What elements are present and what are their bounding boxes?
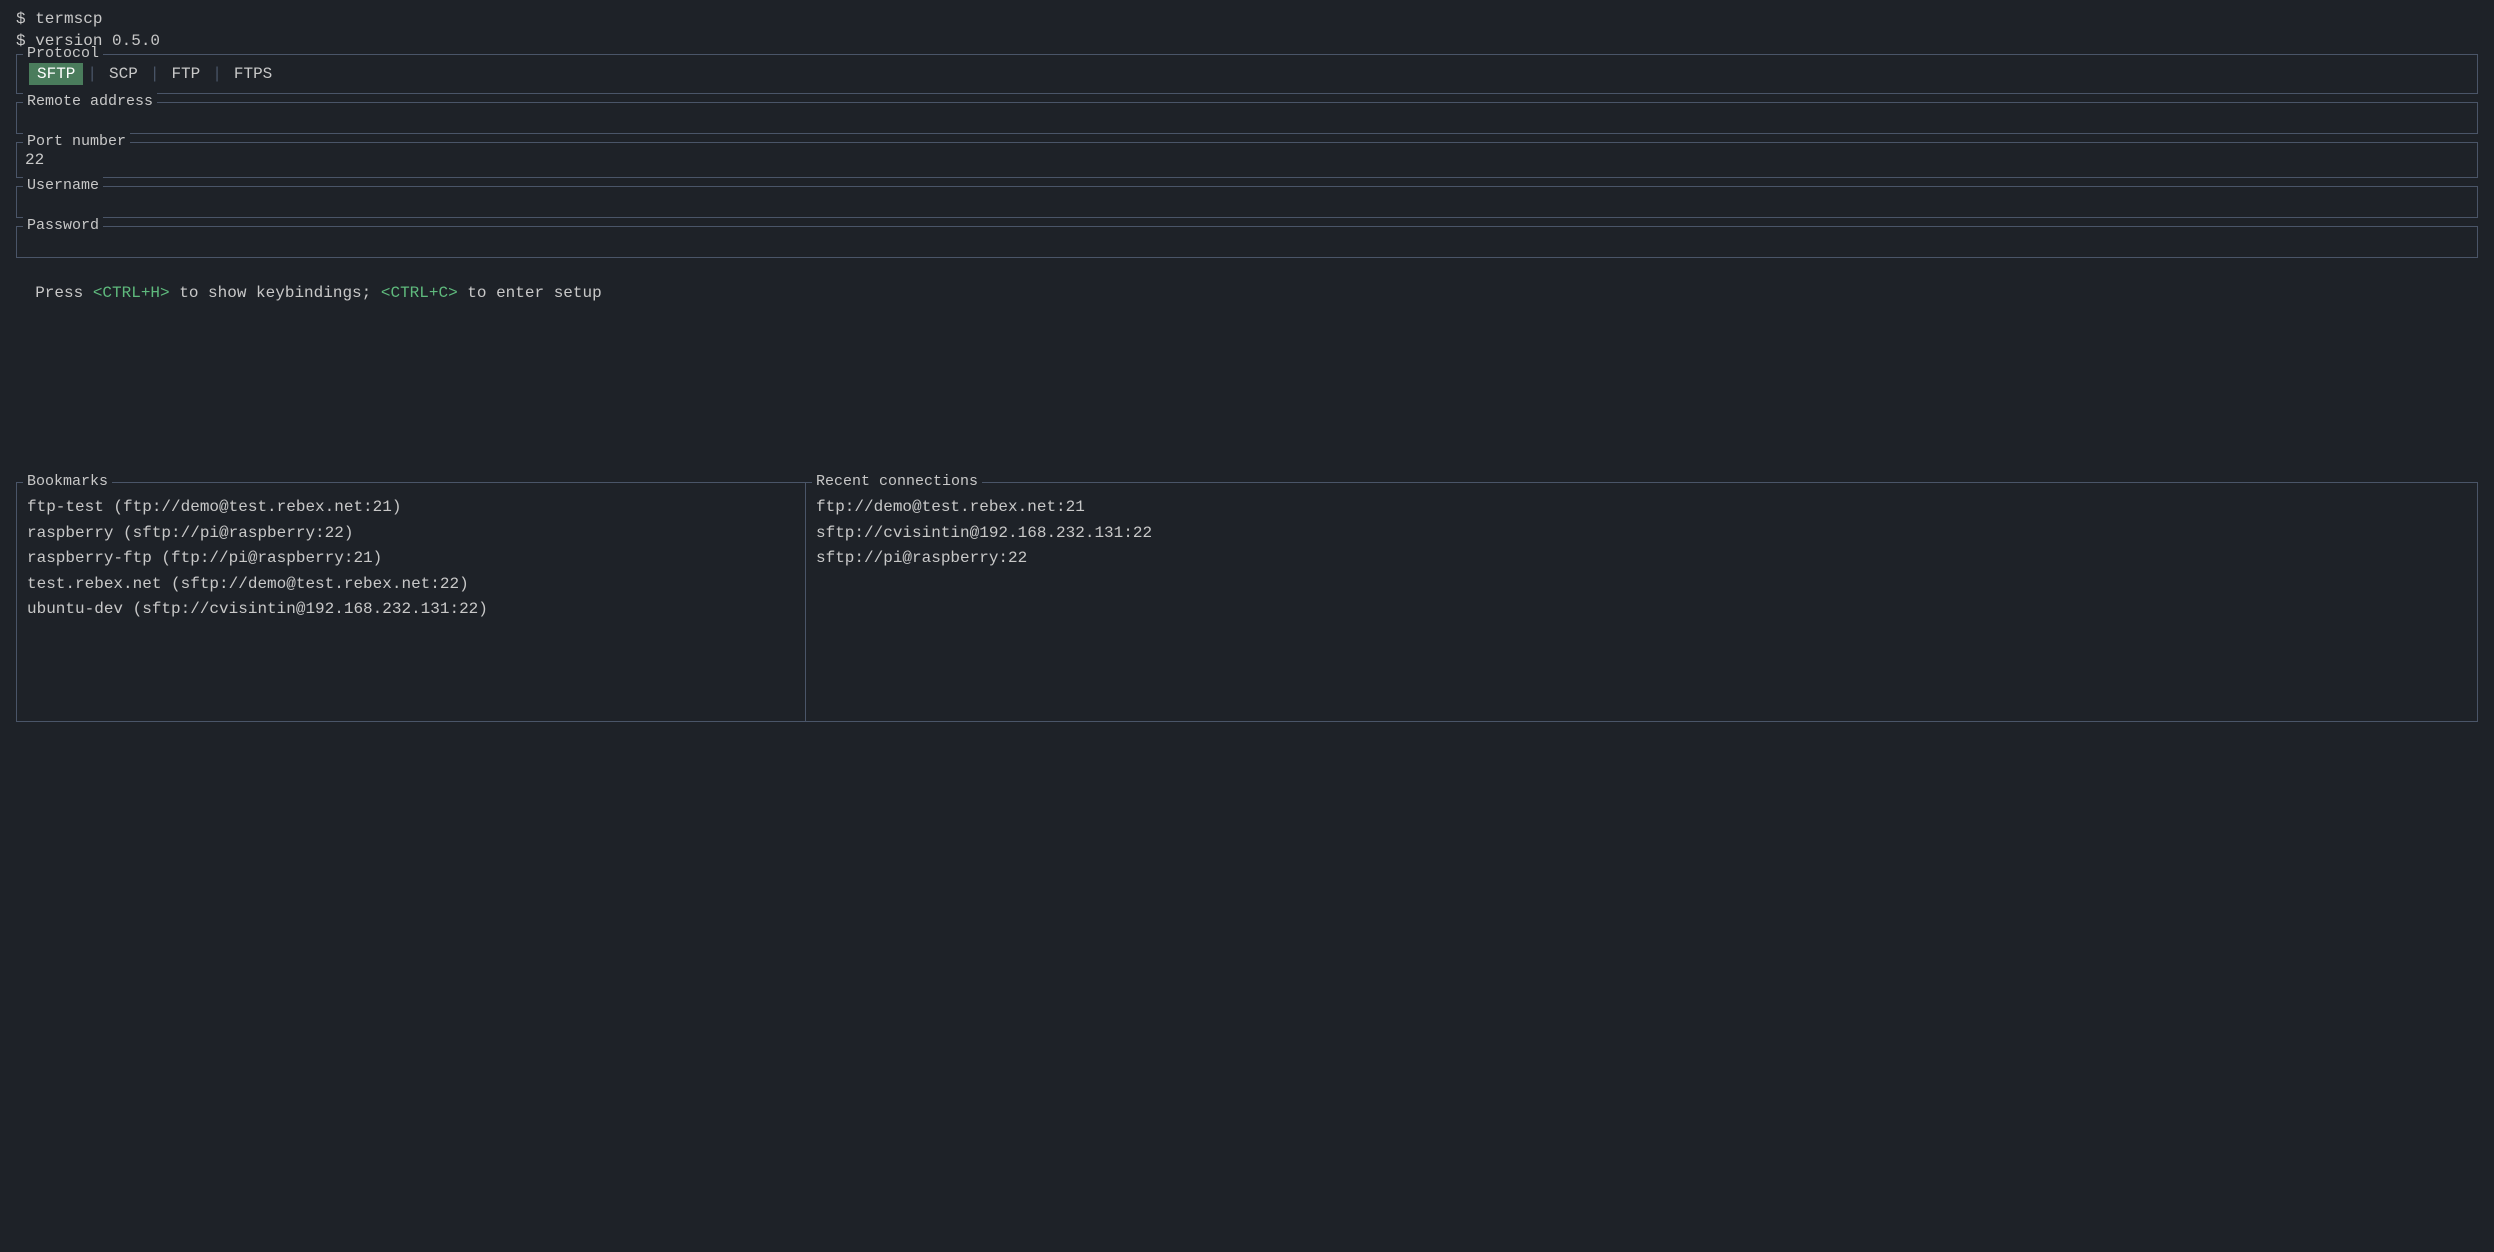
recent-connections-panel: Recent connections ftp://demo@test.rebex…: [806, 482, 2478, 722]
bookmark-item-4[interactable]: ubuntu-dev (sftp://cvisintin@192.168.232…: [27, 597, 795, 623]
password-section: Password: [16, 226, 2478, 258]
bookmark-item-2[interactable]: raspberry-ftp (ftp://pi@raspberry:21): [27, 546, 795, 572]
bookmark-item-1[interactable]: raspberry (sftp://pi@raspberry:22): [27, 521, 795, 547]
remote-address-input[interactable]: [25, 109, 2469, 127]
recent-connections-legend: Recent connections: [812, 473, 982, 490]
bookmarks-legend: Bookmarks: [23, 473, 112, 490]
tab-scp[interactable]: SCP: [101, 63, 146, 85]
recent-item-0[interactable]: ftp://demo@test.rebex.net:21: [816, 495, 2467, 521]
tab-ftps[interactable]: FTPS: [226, 63, 280, 85]
username-input[interactable]: [25, 193, 2469, 211]
separator-2: |: [146, 65, 164, 83]
password-legend: Password: [23, 217, 103, 234]
ctrl-c-highlight: <CTRL+C>: [381, 284, 458, 302]
remote-address-legend: Remote address: [23, 93, 157, 110]
bookmark-item-0[interactable]: ftp-test (ftp://demo@test.rebex.net:21): [27, 495, 795, 521]
separator-1: |: [83, 65, 101, 83]
separator-3: |: [208, 65, 226, 83]
ctrl-h-highlight: <CTRL+H>: [93, 284, 170, 302]
port-number-value: 22: [25, 149, 2469, 171]
help-suffix: to enter setup: [458, 284, 602, 302]
app-version: $ version 0.5.0: [16, 32, 2478, 50]
port-number-legend: Port number: [23, 133, 130, 150]
remote-address-section: Remote address: [16, 102, 2478, 134]
protocol-section: Protocol SFTP | SCP | FTP | FTPS: [16, 54, 2478, 94]
help-middle: to show keybindings;: [170, 284, 381, 302]
tab-sftp[interactable]: SFTP: [29, 63, 83, 85]
app-command: $ termscp: [16, 10, 2478, 28]
bottom-panels: Bookmarks ftp-test (ftp://demo@test.rebe…: [16, 482, 2478, 722]
bookmarks-panel: Bookmarks ftp-test (ftp://demo@test.rebe…: [16, 482, 806, 722]
protocol-legend: Protocol: [23, 45, 103, 62]
help-prefix: Press: [35, 284, 93, 302]
tab-ftp[interactable]: FTP: [163, 63, 208, 85]
port-number-section: Port number 22: [16, 142, 2478, 178]
username-section: Username: [16, 186, 2478, 218]
recent-item-1[interactable]: sftp://cvisintin@192.168.232.131:22: [816, 521, 2467, 547]
bookmark-item-3[interactable]: test.rebex.net (sftp://demo@test.rebex.n…: [27, 572, 795, 598]
password-input[interactable]: [25, 233, 2469, 251]
help-text: Press <CTRL+H> to show keybindings; <CTR…: [16, 266, 2478, 302]
username-legend: Username: [23, 177, 103, 194]
protocol-tabs: SFTP | SCP | FTP | FTPS: [29, 63, 2465, 85]
recent-item-2[interactable]: sftp://pi@raspberry:22: [816, 546, 2467, 572]
